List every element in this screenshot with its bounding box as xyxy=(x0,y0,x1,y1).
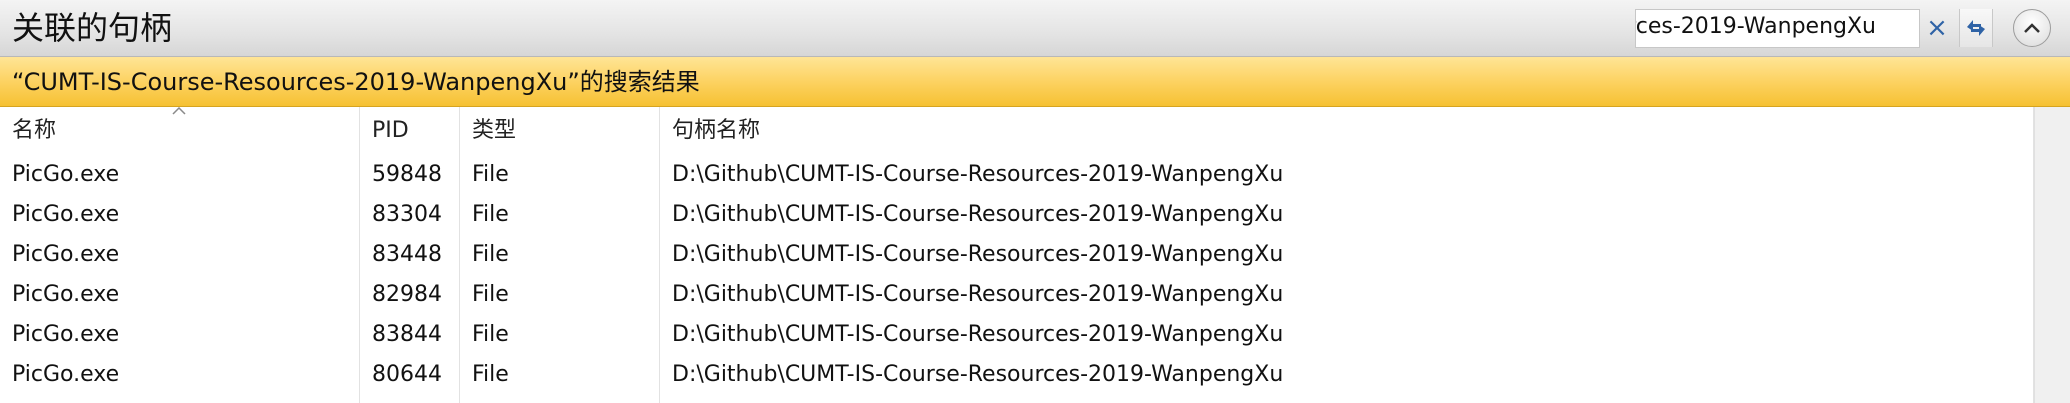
cell-name: PicGo.exe xyxy=(12,282,120,307)
column-header-handle-name[interactable]: 句柄名称 xyxy=(672,117,760,145)
cell-pid: 80644 xyxy=(372,362,442,387)
cell-type: File xyxy=(472,242,509,267)
cell-type: File xyxy=(472,322,509,347)
refresh-arrows-icon xyxy=(1967,20,1985,36)
collapse-button[interactable] xyxy=(2013,9,2051,47)
table-row[interactable]: PicGo.exe 83448 File D:\Github\CUMT-IS-C… xyxy=(0,235,2034,275)
table-row[interactable]: PicGo.exe 80644 File D:\Github\CUMT-IS-C… xyxy=(0,355,2034,395)
cell-pid: 82984 xyxy=(372,282,442,307)
cell-type: File xyxy=(472,362,509,387)
cell-handle-name: D:\Github\CUMT-IS-Course-Resources-2019-… xyxy=(672,202,1284,227)
search-input[interactable]: CUMT-IS-Course-Resources-2019-WanpengXu xyxy=(1636,10,1916,47)
search-results-text: “CUMT-IS-Course-Resources-2019-WanpengXu… xyxy=(12,68,700,96)
table-row[interactable]: PicGo.exe 82984 File D:\Github\CUMT-IS-C… xyxy=(0,275,2034,315)
search-box[interactable]: CUMT-IS-Course-Resources-2019-WanpengXu xyxy=(1635,9,1920,48)
cell-type: File xyxy=(472,282,509,307)
column-header-pid[interactable]: PID xyxy=(372,117,409,145)
cell-type: File xyxy=(472,202,509,227)
cell-name: PicGo.exe xyxy=(12,322,120,347)
search-input-value: CUMT-IS-Course-Resources-2019-WanpengXu xyxy=(1636,14,1876,39)
cell-handle-name: D:\Github\CUMT-IS-Course-Resources-2019-… xyxy=(672,162,1284,187)
close-icon: × xyxy=(1926,13,1948,43)
refresh-search-button[interactable] xyxy=(1959,9,1993,47)
chevron-up-icon xyxy=(2024,23,2040,33)
search-results-banner: “CUMT-IS-Course-Resources-2019-WanpengXu… xyxy=(0,57,2070,107)
cell-name: PicGo.exe xyxy=(12,362,120,387)
cell-handle-name: D:\Github\CUMT-IS-Course-Resources-2019-… xyxy=(672,362,1284,387)
cell-handle-name: D:\Github\CUMT-IS-Course-Resources-2019-… xyxy=(672,322,1284,347)
sort-ascending-icon xyxy=(172,107,186,115)
table-header: 名称 PID 类型 句柄名称 xyxy=(0,107,2070,155)
cell-handle-name: D:\Github\CUMT-IS-Course-Resources-2019-… xyxy=(672,282,1284,307)
cell-pid: 83448 xyxy=(372,242,442,267)
column-header-type[interactable]: 类型 xyxy=(472,117,516,145)
table-row[interactable]: PicGo.exe 83844 File D:\Github\CUMT-IS-C… xyxy=(0,315,2034,355)
cell-name: PicGo.exe xyxy=(12,242,120,267)
cell-name: PicGo.exe xyxy=(12,202,120,227)
cell-pid: 59848 xyxy=(372,162,442,187)
cell-name: PicGo.exe xyxy=(12,162,120,187)
column-header-name[interactable]: 名称 xyxy=(12,117,56,145)
vertical-scrollbar[interactable] xyxy=(2034,107,2070,403)
window-title: 关联的句柄 xyxy=(12,9,173,47)
cell-handle-name: D:\Github\CUMT-IS-Course-Resources-2019-… xyxy=(672,242,1284,267)
clear-search-button[interactable]: × xyxy=(1921,12,1953,44)
table-row[interactable]: PicGo.exe 59848 File D:\Github\CUMT-IS-C… xyxy=(0,155,2034,195)
cell-pid: 83304 xyxy=(372,202,442,227)
table-row[interactable]: PicGo.exe 83304 File D:\Github\CUMT-IS-C… xyxy=(0,195,2034,235)
cell-pid: 83844 xyxy=(372,322,442,347)
title-bar: 关联的句柄 CUMT-IS-Course-Resources-2019-Wanp… xyxy=(0,0,2070,57)
cell-type: File xyxy=(472,162,509,187)
handles-table: 名称 PID 类型 句柄名称 PicGo.exe 59848 File D:\G… xyxy=(0,107,2070,403)
